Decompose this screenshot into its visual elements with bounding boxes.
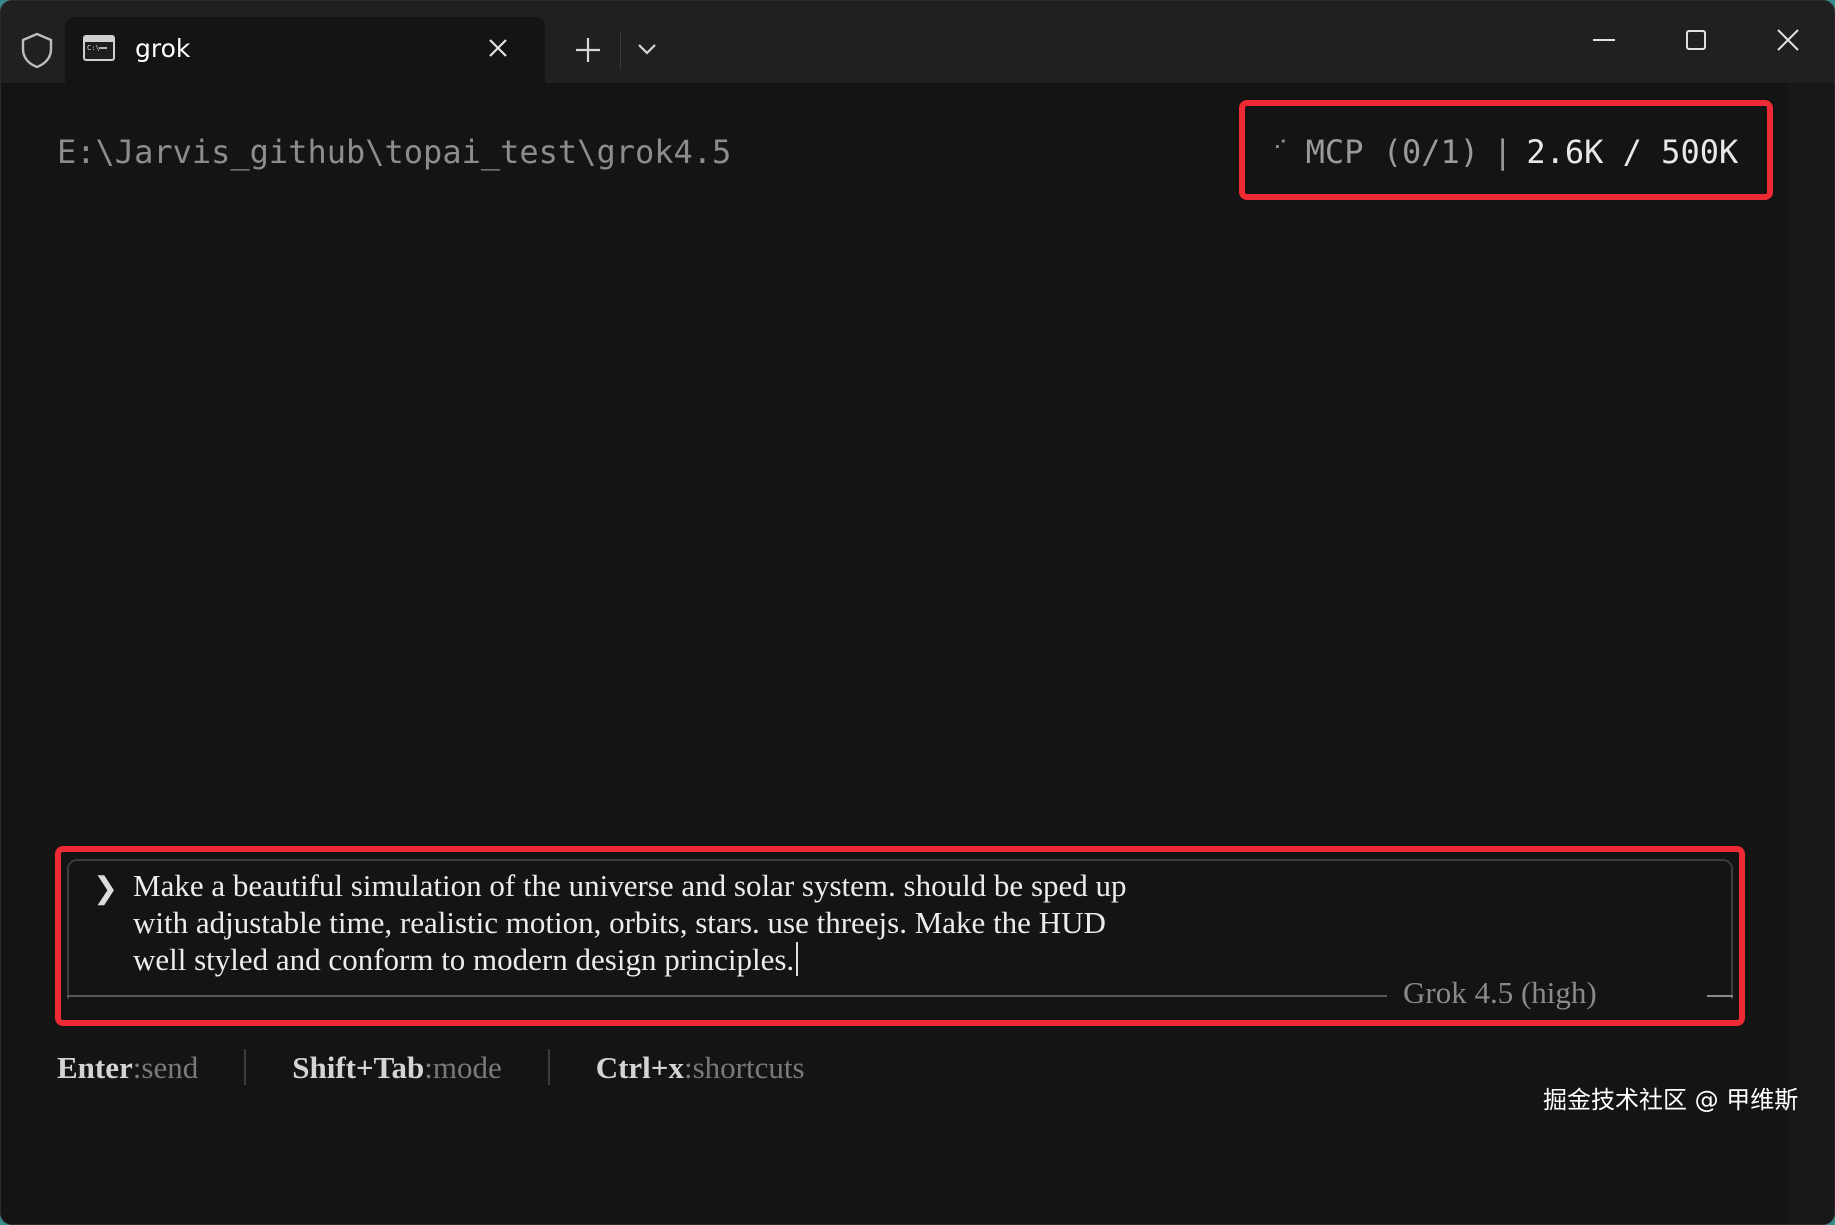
- hint-key-enter: Enter: [57, 1050, 133, 1085]
- hint-divider: [547, 1049, 550, 1085]
- hint-colon: :: [424, 1050, 433, 1085]
- maximize-icon[interactable]: [1681, 25, 1711, 55]
- watermark: 掘金技术社区 @ 甲维斯: [1543, 1086, 1799, 1114]
- chevron-down-icon[interactable]: [633, 35, 661, 63]
- hint-colon: :: [683, 1050, 693, 1085]
- title-bar: C:\ grok: [1, 1, 1834, 83]
- status-separator: |: [1493, 133, 1513, 171]
- hint-divider: [244, 1049, 247, 1085]
- prompt-panel-bottom-border: [67, 995, 1387, 997]
- keyboard-hints: Enter:send Shift+Tab:mode Ctrl+x:shortcuts: [57, 1049, 805, 1086]
- svg-text:C:\: C:\: [87, 44, 100, 52]
- minimize-icon[interactable]: [1589, 25, 1619, 55]
- close-window-icon[interactable]: [1771, 23, 1805, 57]
- current-directory: E:\Jarvis_github\topai_test\grok4.5: [57, 133, 732, 171]
- token-usage: 2.6K / 500K: [1526, 133, 1739, 171]
- text-caret: [796, 942, 799, 976]
- status-line: ⠊ MCP (0/1) | 2.6K / 500K: [1273, 133, 1738, 171]
- hint-key-shift-tab: Shift+Tab: [292, 1050, 425, 1085]
- prompt-input-text: Make a beautiful simulation of the unive…: [133, 868, 1127, 977]
- prompt-chevron-icon: ❯: [93, 872, 119, 905]
- spinner-icon: ⠊: [1273, 136, 1288, 160]
- tab-title: grok: [135, 34, 191, 63]
- tab-grok[interactable]: C:\ grok: [65, 17, 545, 83]
- terminal-app-icon: C:\: [83, 35, 115, 61]
- hint-action-mode: mode: [432, 1050, 502, 1085]
- mcp-status: MCP (0/1): [1305, 133, 1480, 171]
- prompt-panel-bottom-border-end: [1707, 995, 1733, 997]
- hint-key-ctrl-x: Ctrl+x: [595, 1050, 684, 1085]
- shield-icon: [21, 32, 53, 69]
- hint-action-shortcuts: shortcuts: [692, 1050, 805, 1085]
- terminal-window: C:\ grok E:\Jarvis_github\topai_test\gro…: [0, 0, 1835, 1225]
- prompt-input[interactable]: Make a beautiful simulation of the unive…: [133, 867, 1693, 978]
- scrollbar-track[interactable]: [1787, 83, 1834, 1224]
- tab-divider: [620, 33, 621, 69]
- new-tab-icon[interactable]: [571, 33, 605, 67]
- hint-action-send: send: [141, 1050, 199, 1085]
- model-label: Grok 4.5 (high): [1403, 975, 1597, 1010]
- close-tab-icon[interactable]: [483, 33, 513, 63]
